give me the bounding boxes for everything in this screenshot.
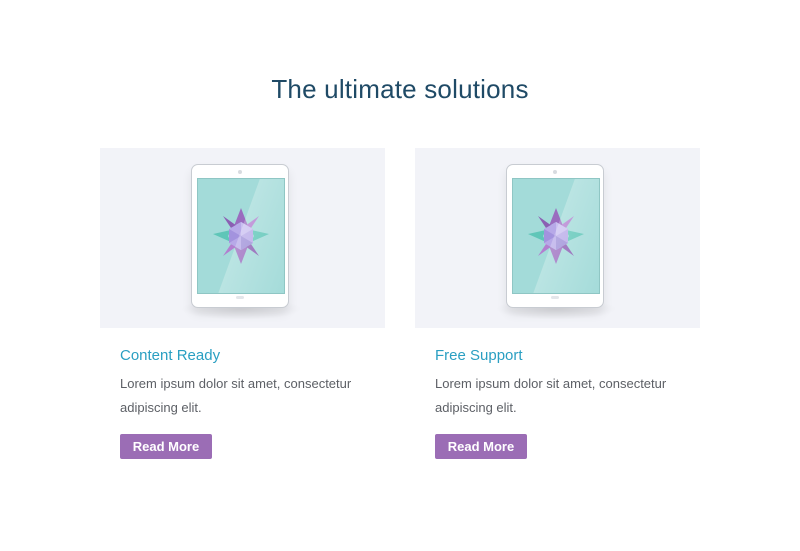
tablet-screen <box>197 178 285 294</box>
card-title: Free Support <box>435 347 523 364</box>
card-title: Content Ready <box>120 347 221 364</box>
tablet-camera <box>238 170 242 174</box>
solutions-section: The ultimate solutions Content Ready Lor… <box>0 0 800 551</box>
feature-card: Content Ready Lorem ipsum dolor sit amet… <box>100 148 385 459</box>
tablet-icon <box>506 164 604 308</box>
section-title: The ultimate solutions <box>271 74 529 104</box>
read-more-button[interactable]: Read More <box>120 434 212 459</box>
feature-card: Free Support Lorem ipsum dolor sit amet,… <box>415 148 700 459</box>
tablet-screen <box>512 178 600 294</box>
read-more-button[interactable]: Read More <box>435 434 527 459</box>
card-text: Lorem ipsum dolor sit amet, consectetur … <box>435 376 667 415</box>
tablet-home-button <box>236 296 244 299</box>
card-body: Free Support Lorem ipsum dolor sit amet,… <box>415 328 700 459</box>
tablet-home-button <box>551 296 559 299</box>
tablet-camera <box>553 170 557 174</box>
card-image <box>415 148 700 328</box>
card-text: Lorem ipsum dolor sit amet, consectetur … <box>120 376 352 415</box>
card-image <box>100 148 385 328</box>
tablet-icon <box>191 164 289 308</box>
card-body: Content Ready Lorem ipsum dolor sit amet… <box>100 328 385 459</box>
